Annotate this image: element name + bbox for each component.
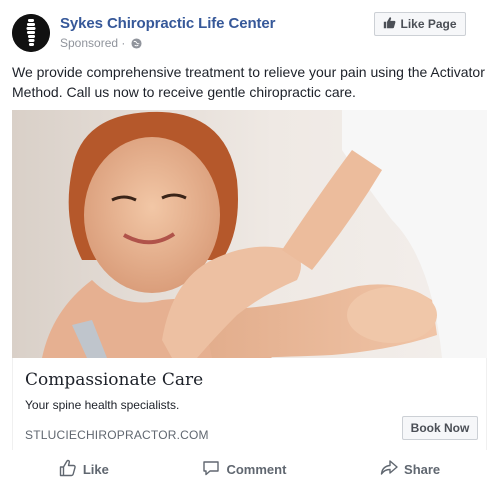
link-preview-card[interactable]: Compassionate Care Your spine health spe… bbox=[12, 358, 487, 450]
sponsored-separator: · bbox=[121, 36, 126, 50]
share-button[interactable]: Share bbox=[380, 459, 440, 480]
like-button[interactable]: Like bbox=[59, 459, 109, 480]
share-arrow-icon bbox=[380, 459, 398, 480]
card-domain: STLUCIECHIROPRACTOR.COM bbox=[25, 428, 209, 442]
thumbs-up-outline-icon bbox=[59, 459, 77, 480]
card-title[interactable]: Compassionate Care bbox=[25, 370, 203, 390]
comment-bubble-icon bbox=[202, 459, 220, 480]
thumbs-up-icon bbox=[383, 16, 396, 32]
like-page-button[interactable]: Like Page bbox=[374, 12, 466, 36]
sponsored-label[interactable]: Sponsored bbox=[60, 36, 118, 50]
comment-label: Comment bbox=[226, 461, 287, 477]
globe-icon bbox=[131, 38, 142, 52]
post-header: Sykes Chiropractic Life Center Sponsored… bbox=[0, 0, 492, 58]
like-page-label: Like Page bbox=[400, 17, 457, 31]
post-text: We provide comprehensive treatment to re… bbox=[12, 64, 485, 100]
share-label: Share bbox=[404, 461, 441, 477]
post-actions-bar: Like Comment Share bbox=[12, 452, 487, 486]
page-name-link[interactable]: Sykes Chiropractic Life Center bbox=[60, 15, 276, 32]
spine-logo-icon[interactable] bbox=[12, 14, 50, 52]
card-description: Your spine health specialists. bbox=[25, 398, 180, 412]
comment-button[interactable]: Comment bbox=[202, 459, 286, 480]
ad-image[interactable] bbox=[12, 110, 487, 358]
book-now-button[interactable]: Book Now bbox=[402, 416, 478, 440]
like-label: Like bbox=[82, 461, 109, 477]
sponsored-line: Sponsored · bbox=[60, 36, 142, 52]
